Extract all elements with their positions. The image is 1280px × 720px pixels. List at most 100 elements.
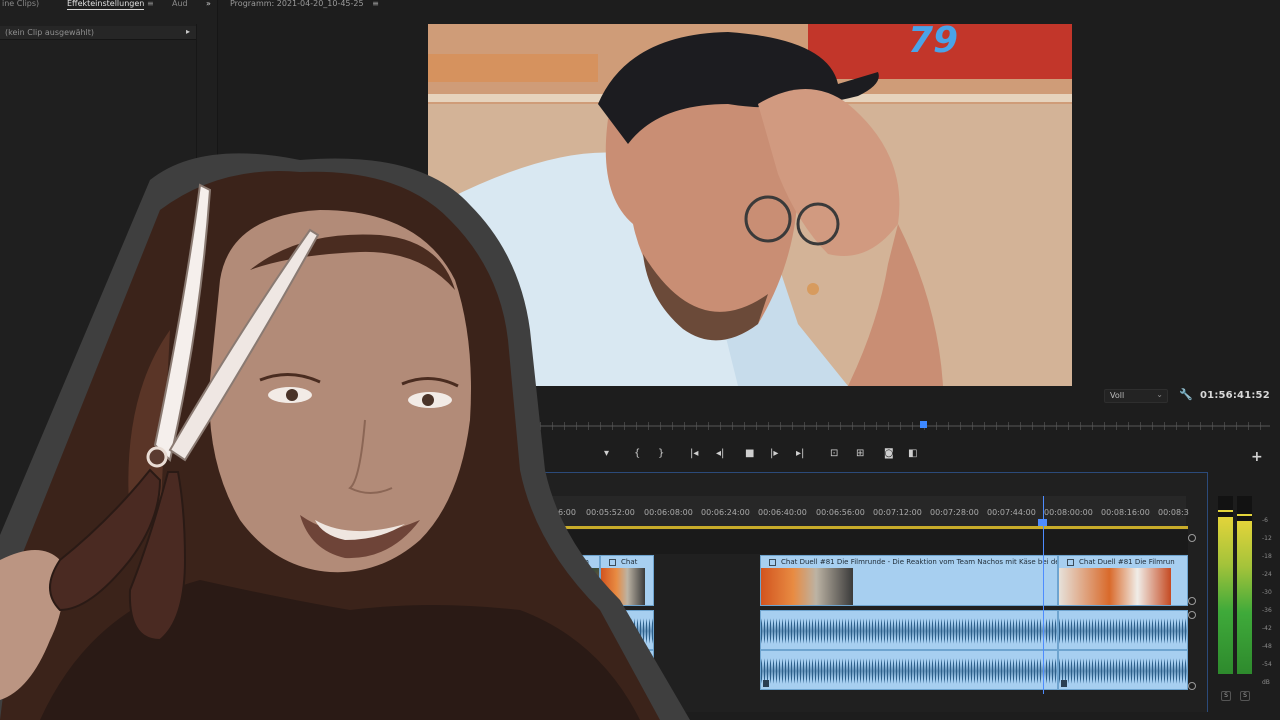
meter-right (1237, 496, 1252, 674)
settings-wrench-icon[interactable]: 🔧 (1179, 388, 1193, 401)
ruler-label: 00:06:24:00 (701, 508, 750, 517)
clip-label: Chat Duell #81 Die Filmrun (1079, 558, 1175, 566)
video-clip[interactable]: Chat Duell #81 Die Filmrun (1058, 555, 1188, 606)
ruler-label: 00:07:12:00 (873, 508, 922, 517)
go-to-out-button[interactable]: ▸| (796, 448, 804, 459)
audio-waveform (1059, 655, 1187, 687)
program-timecode[interactable]: 01:56:41:52 (1200, 390, 1270, 401)
audio-waveform (553, 655, 653, 687)
clip-fx-icon (769, 559, 776, 566)
work-area-bar[interactable] (540, 526, 1188, 529)
meter-level-right (1237, 520, 1252, 674)
meter-peak-left (1218, 510, 1233, 512)
step-forward-button[interactable]: |▸ (770, 448, 778, 459)
add-marker-button[interactable]: ▾ (604, 448, 609, 459)
ruler-label: 00:06:08:00 (644, 508, 693, 517)
video-clip[interactable]: Chat Duell #81 Die Filmrunde - Die Reakt… (760, 555, 1058, 606)
meter-left (1218, 496, 1233, 674)
clip-fx-icon (561, 559, 568, 566)
video-clip[interactable]: Chat (600, 555, 654, 606)
program-video-frame[interactable]: 79 (428, 24, 1072, 386)
track-scroll-handle[interactable] (1188, 534, 1196, 542)
audio-waveform (761, 655, 1057, 687)
svg-text:79: 79 (908, 24, 958, 61)
audio-clip[interactable] (760, 650, 1058, 690)
program-monitor-header: Programm: 2021-04-20_10-45-25 ≡ (230, 0, 379, 8)
ruler-label: 00:06:56:00 (816, 508, 865, 517)
panel-tabs: ine Clips) Effekteinstellungen ≡ Aud » (0, 0, 218, 10)
panel-menu-icon[interactable]: ≡ (147, 0, 154, 8)
transport-controls: ▾ { } |◂ ◂| ■ |▸ ▸| ⊡ ⊞ ◙ ◧ (600, 448, 940, 464)
track-scroll-handle[interactable] (1188, 611, 1196, 619)
ruler-label: 00:07:44:00 (987, 508, 1036, 517)
ruler-label: 00:06:40:00 (758, 508, 807, 517)
effect-controls-panel: ine Clips) Effekteinstellungen ≡ Aud » (… (0, 0, 218, 720)
tab-effect-controls[interactable]: Effekteinstellungen (67, 0, 145, 10)
clip-thumbnail (1059, 568, 1171, 605)
overwrite-button[interactable]: ⊞ (856, 448, 864, 459)
panel-divider[interactable] (196, 24, 197, 704)
comparison-view-icon[interactable]: ◧ (908, 448, 917, 459)
go-to-in-button[interactable]: |◂ (690, 448, 698, 459)
ruler-label: 00:07:28:00 (930, 508, 979, 517)
meter-scale-label: -18 (1262, 553, 1272, 560)
zoom-level-select[interactable]: Voll ⌄ (1104, 389, 1168, 403)
program-menu-icon[interactable]: ≡ (372, 0, 379, 8)
clip-thumbnail (601, 568, 645, 605)
clip-fx-icon (555, 680, 561, 687)
chevron-down-icon: ⌄ (1156, 390, 1163, 399)
meter-scale-label: -48 (1262, 643, 1272, 650)
playhead-handle[interactable] (1038, 519, 1047, 526)
clip-label: Cam (573, 558, 589, 566)
ruler-label: 00:05:52:00 (586, 508, 635, 517)
export-frame-icon[interactable]: ◙ (884, 448, 894, 459)
tab-audio[interactable]: Aud (172, 0, 188, 8)
ruler-label: 00:08:3 (1158, 508, 1189, 517)
solo-right-button[interactable]: S (1240, 691, 1250, 701)
clip-thumbnail (761, 568, 853, 605)
no-clip-row: (kein Clip ausgewählt) ▸ (0, 26, 196, 40)
meter-scale-label: -36 (1262, 607, 1272, 614)
time-ruler[interactable]: 05:36:00 00:05:52:00 00:06:08:00 00:06:2… (540, 496, 1189, 526)
program-title[interactable]: Programm: 2021-04-20_10-45-25 (230, 0, 364, 8)
mark-out-button[interactable]: } (658, 448, 664, 459)
tabs-overflow-icon[interactable]: » (206, 0, 211, 8)
zoom-level-value: Voll (1110, 391, 1125, 400)
audio-clip[interactable] (552, 650, 654, 690)
expand-arrow-icon[interactable]: ▸ (186, 27, 190, 36)
clip-fx-icon (609, 559, 616, 566)
clip-label: Chat (621, 558, 638, 566)
meter-scale-label: dB (1262, 679, 1270, 686)
meter-scale-label: -42 (1262, 625, 1272, 632)
ruler-label: 00:08:00:00 (1044, 508, 1093, 517)
add-button[interactable]: + (1251, 449, 1263, 465)
stop-button[interactable]: ■ (745, 448, 754, 459)
clip-fx-icon (1067, 559, 1074, 566)
meter-scale-label: -12 (1262, 535, 1272, 542)
video-clip[interactable]: Cam (552, 555, 600, 606)
solo-left-button[interactable]: S (1221, 691, 1231, 701)
track-scroll-handle[interactable] (1188, 682, 1196, 690)
empty-track[interactable] (540, 530, 1188, 554)
scrubber-playhead[interactable] (919, 421, 927, 428)
meter-scale-label: -54 (1262, 661, 1272, 668)
audio-waveform (553, 615, 653, 647)
scrubber-ticks (540, 422, 1270, 430)
audio-clip[interactable] (1058, 650, 1188, 690)
audio-clip[interactable] (552, 610, 654, 650)
mark-in-button[interactable]: { (634, 448, 640, 459)
audio-waveform (761, 615, 1057, 647)
clip-thumbnail (553, 568, 599, 605)
audio-clip[interactable] (760, 610, 1058, 650)
clip-fx-icon (1061, 680, 1067, 687)
track-scroll-handle[interactable] (1188, 597, 1196, 605)
program-scrubber[interactable] (540, 420, 1270, 432)
tab-clips[interactable]: ine Clips) (2, 0, 39, 8)
meter-level-left (1218, 517, 1233, 674)
audio-clip[interactable] (1058, 610, 1188, 650)
clip-fx-icon (763, 680, 769, 687)
step-back-button[interactable]: ◂| (716, 448, 724, 459)
meter-peak-right (1237, 514, 1252, 516)
insert-button[interactable]: ⊡ (830, 448, 838, 459)
meter-scale-label: -24 (1262, 571, 1272, 578)
